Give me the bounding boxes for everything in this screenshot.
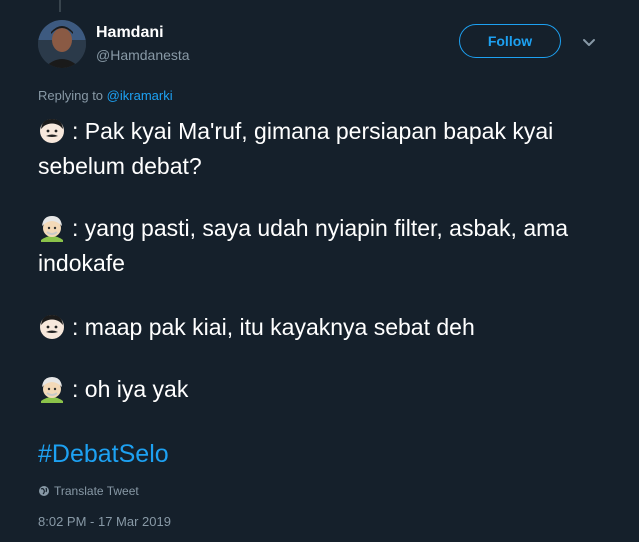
man-face-icon: [38, 313, 66, 341]
old-man-turban-icon: [38, 375, 66, 403]
display-name[interactable]: Hamdani: [96, 23, 190, 43]
tweet-paragraph-text: : Pak kyai Ma'ruf, gimana persiapan bapa…: [38, 118, 554, 179]
translate-label: Translate Tweet: [54, 484, 139, 498]
tweet-paragraph-text: : oh iya yak: [72, 376, 189, 402]
tweet-paragraph: : oh iya yak: [38, 372, 608, 407]
tweet-paragraph: : maap pak kiai, itu kayaknya sebat deh: [38, 310, 608, 345]
tweet-paragraph-text: : maap pak kiai, itu kayaknya sebat deh: [72, 314, 475, 340]
tweet-paragraph-text: : yang pasti, saya udah nyiapin filter, …: [38, 215, 569, 276]
reply-mention-link[interactable]: @ikramarki: [107, 88, 173, 103]
tweet-paragraph: : Pak kyai Ma'ruf, gimana persiapan bapa…: [38, 114, 608, 184]
hashtag-link[interactable]: #DebatSelo: [38, 440, 169, 469]
tweet-text: : Pak kyai Ma'ruf, gimana persiapan bapa…: [38, 114, 608, 434]
avatar[interactable]: [38, 20, 86, 68]
user-name-block: Hamdani @Hamdanesta: [96, 23, 190, 65]
tweet-header: Hamdani @Hamdanesta Follow: [38, 20, 604, 70]
old-man-turban-icon: [38, 214, 66, 242]
globe-icon: [39, 486, 49, 496]
follow-button[interactable]: Follow: [459, 24, 561, 58]
tweet-paragraph: : yang pasti, saya udah nyiapin filter, …: [38, 211, 608, 281]
tweet-timestamp[interactable]: 8:02 PM - 17 Mar 2019: [38, 514, 171, 529]
replying-to: Replying to @ikramarki: [38, 88, 173, 103]
thread-connector-line: [59, 0, 61, 12]
user-handle[interactable]: @Hamdanesta: [96, 45, 190, 65]
tweet-page: Hamdani @Hamdanesta Follow Replying to @…: [0, 0, 639, 542]
man-face-icon: [38, 117, 66, 145]
translate-tweet-button[interactable]: Translate Tweet: [38, 484, 139, 498]
replying-to-label: Replying to: [38, 88, 104, 103]
chevron-down-icon[interactable]: [581, 34, 597, 50]
